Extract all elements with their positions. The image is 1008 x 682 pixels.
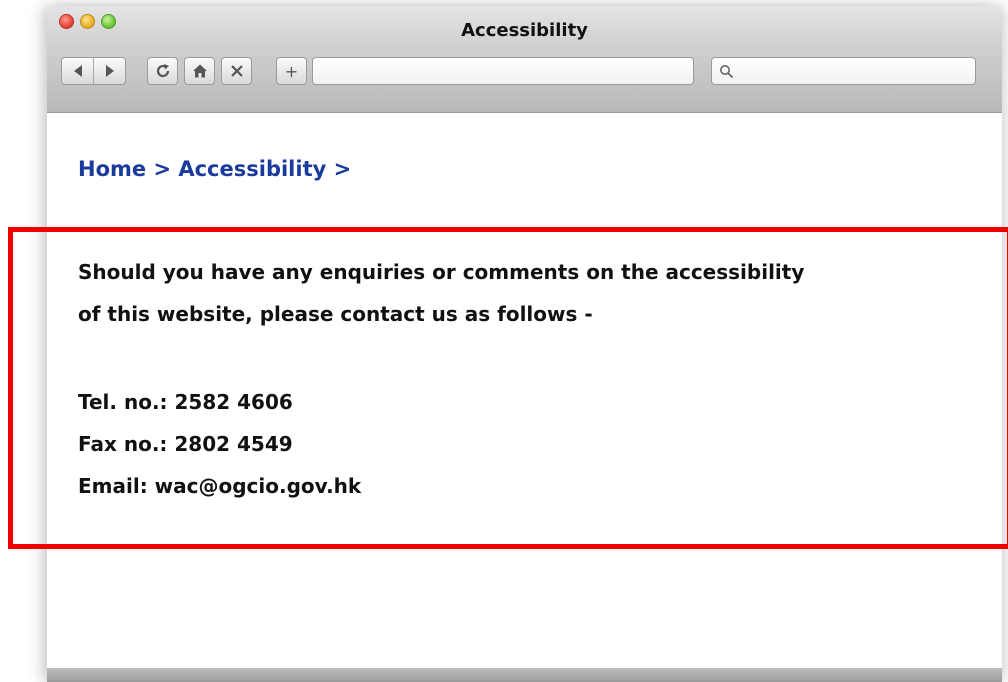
window-title: Accessibility: [461, 20, 588, 41]
stop-button[interactable]: [221, 57, 252, 85]
forward-button[interactable]: [93, 58, 125, 84]
home-icon: [192, 64, 207, 78]
breadcrumb-separator: >: [326, 157, 352, 181]
breadcrumb-separator: >: [146, 157, 179, 181]
new-tab-label: +: [284, 61, 299, 81]
close-icon: [230, 65, 243, 77]
search-field[interactable]: [711, 57, 976, 85]
breadcrumb-accessibility-link[interactable]: Accessibility: [178, 157, 326, 181]
reload-icon: [156, 64, 169, 78]
breadcrumb: Home > Accessibility >: [78, 157, 351, 181]
highlight-box: [8, 227, 1008, 549]
new-tab-button[interactable]: +: [276, 57, 307, 85]
title-bar: Accessibility +: [47, 6, 1002, 113]
back-forward-group: [61, 57, 126, 85]
window-bottom-edge: [47, 668, 1002, 682]
back-arrow-icon: [73, 65, 82, 77]
address-bar[interactable]: [312, 57, 694, 85]
reload-button[interactable]: [147, 57, 178, 85]
breadcrumb-home-link[interactable]: Home: [78, 157, 146, 181]
forward-arrow-icon: [105, 65, 114, 77]
search-icon: [720, 64, 734, 78]
home-button[interactable]: [184, 57, 215, 85]
back-button[interactable]: [62, 58, 93, 84]
